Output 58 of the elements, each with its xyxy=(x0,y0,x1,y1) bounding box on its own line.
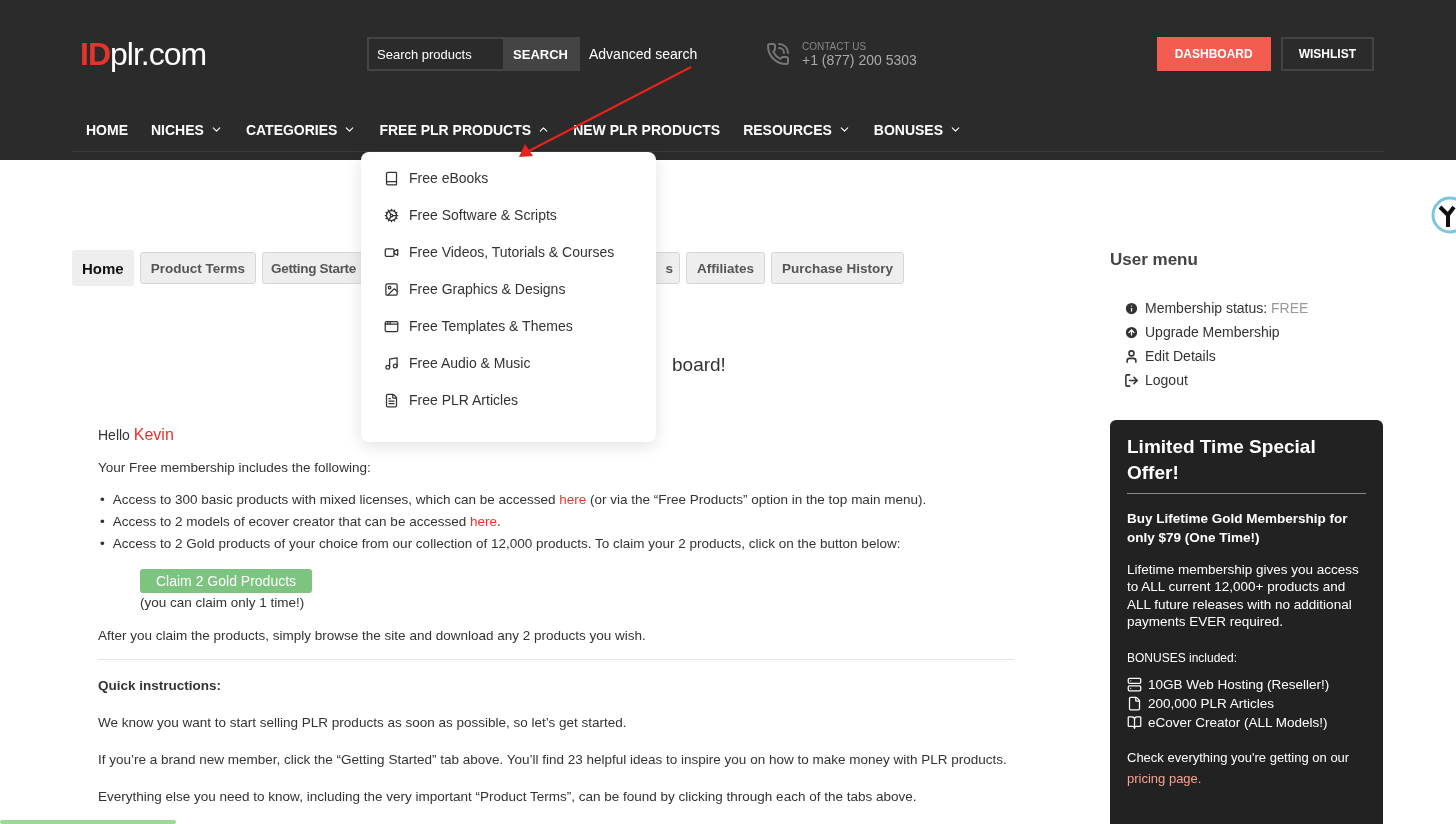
phone-number: +1 (877) 200 5303 xyxy=(802,51,917,68)
dropdown-item[interactable]: Free Templates & Themes xyxy=(384,316,656,336)
here-link[interactable]: here xyxy=(469,514,497,529)
nav-item[interactable]: NICHES xyxy=(151,121,223,138)
bullet-marker: • xyxy=(100,535,105,553)
page-heading: board! xyxy=(672,354,726,376)
dropdown-item[interactable]: Free eBooks xyxy=(384,168,656,188)
greeting: Hello Kevin xyxy=(98,426,174,444)
offer-text: Lifetime membership gives you access to ALL current 12,000+ products and ALL future releases with no additional payments EVER required. xyxy=(1127,560,1360,631)
bonus-item: 200,000 PLR Articles xyxy=(1148,695,1275,711)
paragraph: If you’re a brand new member, click the “Getting Started” tab above. You’ll find 23 helpful ideas to inspire you on how to make money with PLR products. xyxy=(98,752,1007,767)
menu-label: Logout xyxy=(1145,372,1188,388)
offer-title: Limited Time Special Offer! xyxy=(1127,434,1366,495)
paragraph: Everything else you need to know, including the very important “Product Terms”, can be found by clicking through each of the tabs above. xyxy=(98,789,917,804)
menu-label: Edit Details xyxy=(1145,348,1216,364)
bullet-marker: • xyxy=(100,491,105,509)
bullet-item: Access to 300 basic products with mixed licenses, which can be accessed here (or via the “Free Products” option in the top main menu). xyxy=(112,491,927,509)
paragraph: We know you want to start selling PLR products as soon as possible, so let’s get started. xyxy=(98,715,627,730)
user-menu-item[interactable]: Logout xyxy=(1124,372,1383,388)
user-menu-item[interactable]: Upgrade Membership xyxy=(1124,324,1383,340)
nav-item[interactable]: NEW PLR PRODUCTS xyxy=(573,121,721,138)
wishlist-button[interactable]: WISHLIST xyxy=(1280,37,1374,71)
tab[interactable]: Product Terms xyxy=(139,252,256,284)
dropdown-item[interactable]: Free Software & Scripts xyxy=(384,205,656,225)
tab[interactable]: Home xyxy=(72,250,134,286)
user-menu-item[interactable]: Edit Details xyxy=(1124,348,1383,364)
intro-text: Your Free membership includes the following: xyxy=(98,460,371,475)
search-button[interactable]: SEARCH xyxy=(503,39,578,69)
offer-footer: Check everything you're getting on our pricing page. xyxy=(1127,747,1366,790)
nav-item[interactable]: BONUSES xyxy=(873,121,963,138)
claim-note: (you can claim only 1 time!) xyxy=(140,595,306,610)
bonuses-label: BONUSES included: xyxy=(1127,650,1239,665)
menu-label: Upgrade Membership xyxy=(1145,324,1280,340)
here-link[interactable]: here xyxy=(559,492,587,507)
nav-item[interactable]: FREE PLR PRODUCTS xyxy=(379,121,551,138)
user-menu-item[interactable]: Membership status: FREE xyxy=(1124,300,1383,316)
dropdown-item[interactable]: Free Audio & Music xyxy=(384,353,656,373)
user-menu-title: User menu xyxy=(1110,250,1199,270)
bullet-marker: • xyxy=(100,513,105,531)
nav-item[interactable]: RESOURCES xyxy=(743,121,851,138)
search-field[interactable]: Search products SEARCH xyxy=(367,37,580,71)
pricing-link[interactable]: pricing page. xyxy=(1127,770,1202,786)
offer-subtitle: Buy Lifetime Gold Membership for only $79 (One Time!) xyxy=(1127,510,1349,547)
site-logo[interactable]: IDplr.com xyxy=(80,35,367,73)
nav-item[interactable]: CATEGORIES xyxy=(245,121,357,138)
bonus-item: eCover Creator (ALL Models!) xyxy=(1148,714,1328,730)
tab[interactable]: Affiliates xyxy=(685,252,765,284)
bullet-item: Access to 2 Gold products of your choice from our collection of 12,000 products. To claim your 2 products, click on the button below: xyxy=(112,535,901,553)
bullet-item: Access to 2 models of ecover creator that can be accessed here. xyxy=(112,513,501,531)
dropdown-item[interactable]: Free PLR Articles xyxy=(384,390,656,410)
nav-item[interactable]: HOME xyxy=(86,121,128,138)
tab[interactable]: Purchase History xyxy=(771,252,905,284)
instructions-title: Quick instructions: xyxy=(98,678,223,693)
contact-label: CONTACT US xyxy=(802,40,868,52)
paragraph: After you claim the products, simply browse the site and download any 2 products you wish. xyxy=(98,628,646,643)
menu-label: Membership status: FREE xyxy=(1145,300,1309,316)
bonus-item: 10GB Web Hosting (Reseller!) xyxy=(1148,676,1330,692)
advanced-search-link[interactable]: Advanced search xyxy=(589,46,766,62)
